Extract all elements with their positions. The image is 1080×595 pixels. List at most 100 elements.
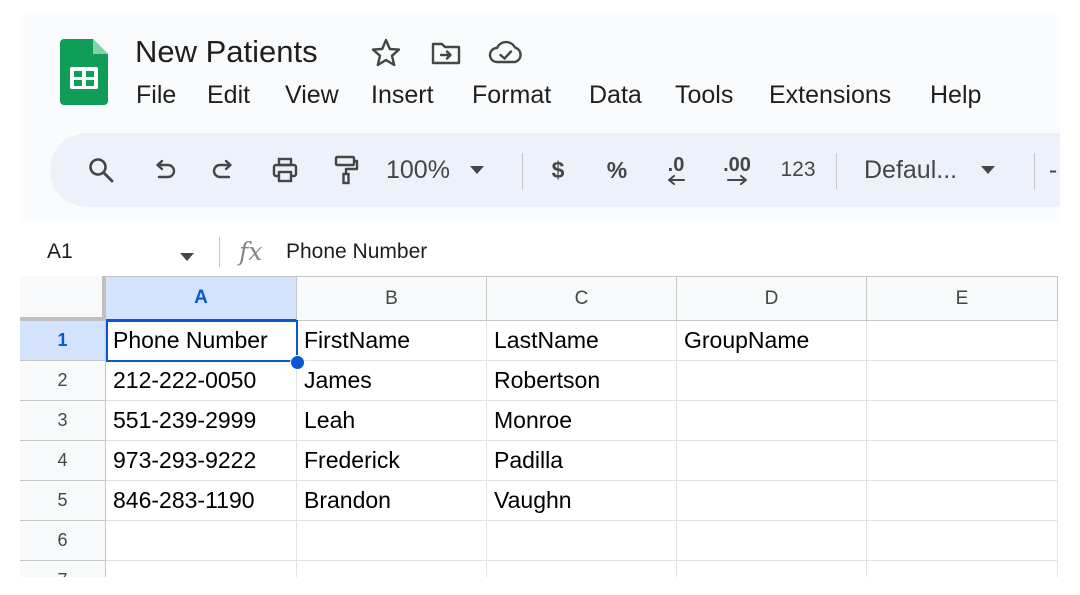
app-header: New Patients File Edit View Insert Forma… xyxy=(20,15,1060,223)
column-header-e[interactable]: E xyxy=(867,276,1058,321)
menu-extensions[interactable]: Extensions xyxy=(769,77,891,113)
spreadsheet-grid: A B C D E 1 Phone Number FirstName LastN… xyxy=(20,276,1060,577)
cell-b5[interactable]: Brandon xyxy=(297,481,487,521)
menu-format[interactable]: Format xyxy=(472,77,551,113)
column-header-a[interactable]: A xyxy=(106,276,297,321)
spreadsheet-window: New Patients File Edit View Insert Forma… xyxy=(20,15,1060,577)
row-header-1[interactable]: 1 xyxy=(20,321,106,361)
cell-e1[interactable] xyxy=(867,321,1058,361)
cell-a2[interactable]: 212-222-0050 xyxy=(106,361,297,401)
cell-c4[interactable]: Padilla xyxy=(487,441,677,481)
cell-d3[interactable] xyxy=(677,401,867,441)
toolbar-divider xyxy=(836,153,837,189)
cell-a4[interactable]: 973-293-9222 xyxy=(106,441,297,481)
cell-d5[interactable] xyxy=(677,481,867,521)
font-size-decrease-button[interactable]: - xyxy=(1046,133,1060,207)
menu-file[interactable]: File xyxy=(136,77,176,113)
row-header-2[interactable]: 2 xyxy=(20,361,106,401)
menu-edit[interactable]: Edit xyxy=(207,77,250,113)
menu-data[interactable]: Data xyxy=(589,77,642,113)
toolbar: 100% $ % .0 .00 123 Defaul... - xyxy=(50,133,1060,207)
formula-bar-divider xyxy=(219,237,220,267)
print-icon[interactable] xyxy=(265,133,305,207)
column-header-c[interactable]: C xyxy=(487,276,677,321)
increase-decimal-label: .00 xyxy=(723,154,751,176)
font-select[interactable]: Defaul... xyxy=(864,133,1014,207)
cell-a5[interactable]: 846-283-1190 xyxy=(106,481,297,521)
decrease-decimal-label: .0 xyxy=(667,154,685,176)
zoom-select[interactable]: 100% xyxy=(386,133,506,207)
cell-a6[interactable] xyxy=(106,521,297,561)
font-value: Defaul... xyxy=(864,155,958,184)
cell-e4[interactable] xyxy=(867,441,1058,481)
currency-symbol: $ xyxy=(551,156,565,183)
cell-d7[interactable] xyxy=(677,561,867,577)
menu-bar: File Edit View Insert Format Data Tools … xyxy=(20,77,1060,113)
undo-icon[interactable] xyxy=(145,133,183,207)
row-header-3[interactable]: 3 xyxy=(20,401,106,441)
cell-e5[interactable] xyxy=(867,481,1058,521)
cell-c3[interactable]: Monroe xyxy=(487,401,677,441)
paint-format-icon[interactable] xyxy=(326,133,366,207)
cell-c1[interactable]: LastName xyxy=(487,321,677,361)
cell-d4[interactable] xyxy=(677,441,867,481)
cell-e7[interactable] xyxy=(867,561,1058,577)
fill-handle[interactable] xyxy=(290,355,305,370)
increase-decimal-button[interactable]: .00 xyxy=(714,133,760,207)
formula-input[interactable]: Phone Number xyxy=(286,235,427,269)
arrow-left-icon xyxy=(668,175,685,185)
more-formats-button[interactable]: 123 xyxy=(776,133,820,207)
cell-a1[interactable]: Phone Number xyxy=(106,321,297,361)
cell-b6[interactable] xyxy=(297,521,487,561)
column-header-d[interactable]: D xyxy=(677,276,867,321)
cell-e2[interactable] xyxy=(867,361,1058,401)
column-header-b[interactable]: B xyxy=(297,276,487,321)
cell-d1[interactable]: GroupName xyxy=(677,321,867,361)
percent-symbol: % xyxy=(606,156,628,183)
cell-c5[interactable]: Vaughn xyxy=(487,481,677,521)
menu-insert[interactable]: Insert xyxy=(371,77,434,113)
formula-bar: A1 fx Phone Number xyxy=(20,229,1060,275)
chevron-down-icon[interactable] xyxy=(180,248,194,266)
zoom-value: 100% xyxy=(386,155,450,184)
cell-c6[interactable] xyxy=(487,521,677,561)
search-icon[interactable] xyxy=(80,133,122,207)
document-title[interactable]: New Patients xyxy=(135,33,318,71)
cell-b1[interactable]: FirstName xyxy=(297,321,487,361)
cloud-saved-icon[interactable] xyxy=(488,37,524,69)
cell-d2[interactable] xyxy=(677,361,867,401)
menu-view[interactable]: View xyxy=(285,77,339,113)
cell-e6[interactable] xyxy=(867,521,1058,561)
cell-c2[interactable]: Robertson xyxy=(487,361,677,401)
cell-d6[interactable] xyxy=(677,521,867,561)
chevron-down-icon xyxy=(981,166,996,174)
cell-b2[interactable]: James xyxy=(297,361,487,401)
decrease-font-size-label: - xyxy=(1048,155,1058,184)
name-box[interactable]: A1 xyxy=(47,235,73,269)
percent-format-button[interactable]: % xyxy=(600,133,634,207)
cell-b4[interactable]: Frederick xyxy=(297,441,487,481)
move-to-folder-icon[interactable] xyxy=(430,37,462,69)
row-header-4[interactable]: 4 xyxy=(20,441,106,481)
cell-a7[interactable] xyxy=(106,561,297,577)
arrow-right-icon xyxy=(727,175,747,185)
cell-a3[interactable]: 551-239-2999 xyxy=(106,401,297,441)
menu-tools[interactable]: Tools xyxy=(675,77,733,113)
menu-help[interactable]: Help xyxy=(930,77,981,113)
row-header-5[interactable]: 5 xyxy=(20,481,106,521)
select-all-corner[interactable] xyxy=(20,276,106,321)
redo-icon[interactable] xyxy=(205,133,243,207)
cell-c7[interactable] xyxy=(487,561,677,577)
cell-b3[interactable]: Leah xyxy=(297,401,487,441)
currency-format-button[interactable]: $ xyxy=(543,133,573,207)
toolbar-divider xyxy=(522,153,523,189)
chevron-down-icon xyxy=(469,166,484,174)
cell-e3[interactable] xyxy=(867,401,1058,441)
decrease-decimal-button[interactable]: .0 xyxy=(656,133,696,207)
row-header-6[interactable]: 6 xyxy=(20,521,106,561)
fx-icon: fx xyxy=(239,237,263,266)
more-formats-label: 123 xyxy=(780,158,816,181)
cell-b7[interactable] xyxy=(297,561,487,577)
row-header-7[interactable]: 7 xyxy=(20,561,106,577)
star-icon[interactable] xyxy=(370,37,402,69)
